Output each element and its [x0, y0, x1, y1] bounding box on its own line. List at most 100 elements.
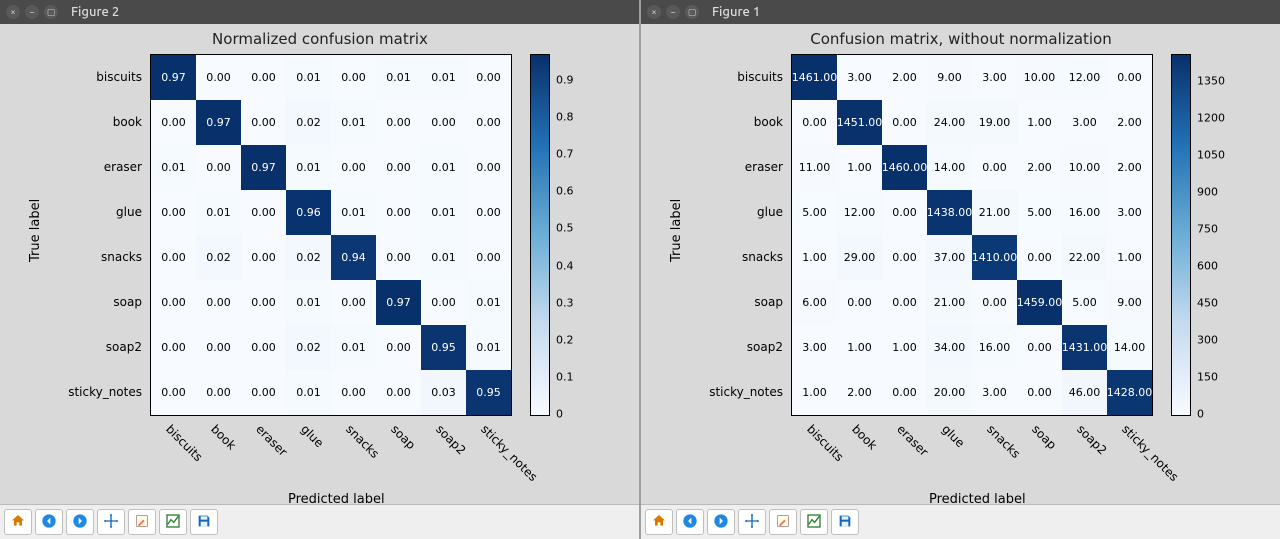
colorbar-tick: 300 [1197, 334, 1218, 347]
heatmap-cell: 1461.00 [792, 55, 837, 100]
heatmap-cell: 0.00 [241, 280, 286, 325]
heatmap-cell: 0.00 [196, 145, 241, 190]
heatmap-cell: 0.00 [196, 325, 241, 370]
chart-title: Normalized confusion matrix [0, 30, 640, 48]
home-icon [651, 513, 667, 532]
colorbar-tick: 0.2 [556, 333, 574, 346]
plot-canvas: Confusion matrix, without normalization … [641, 24, 1280, 504]
edit-icon [134, 513, 150, 532]
heatmap-axes: 0.970.000.000.010.000.010.010.000.000.97… [150, 54, 512, 416]
maximize-icon[interactable]: ▢ [44, 5, 58, 19]
toolbar-back-button[interactable] [676, 509, 704, 535]
heatmap-cell: 19.00 [972, 100, 1017, 145]
heatmap-cell: 0.00 [376, 145, 421, 190]
minimize-icon[interactable]: − [666, 5, 680, 19]
heatmap-cell: 0.00 [792, 100, 837, 145]
y-axis-label: True label [28, 199, 43, 262]
heatmap-cell: 1459.00 [1017, 280, 1062, 325]
heatmap-cell: 1.00 [1017, 100, 1062, 145]
colorbar-tick: 0 [556, 408, 563, 421]
y-tick-label: glue [641, 189, 783, 234]
figure-window-2: × − ▢ Figure 2 Normalized confusion matr… [0, 0, 641, 539]
heatmap-cell: 0.00 [882, 235, 927, 280]
figure-window-1: × − ▢ Figure 1 Confusion matrix, without… [641, 0, 1280, 539]
toolbar-pan-button[interactable] [738, 509, 766, 535]
heatmap-cell: 1.00 [882, 325, 927, 370]
colorbar-tick: 1350 [1197, 75, 1225, 88]
colorbar [1171, 54, 1191, 416]
heatmap-cell: 0.01 [151, 145, 196, 190]
heatmap-cell: 0.00 [466, 145, 511, 190]
x-tick-label: sticky_notes [1119, 422, 1181, 484]
toolbar-subplots-button[interactable] [800, 509, 828, 535]
colorbar-tick: 1050 [1197, 149, 1225, 162]
forward-icon [713, 513, 729, 532]
x-tick-label: soap [1029, 422, 1059, 452]
heatmap-cell: 0.01 [331, 100, 376, 145]
colorbar-tick: 450 [1197, 297, 1218, 310]
toolbar-edit-button[interactable] [769, 509, 797, 535]
colorbar-tick: 150 [1197, 371, 1218, 384]
titlebar[interactable]: × − ▢ Figure 2 [0, 0, 639, 24]
heatmap-cell: 1.00 [837, 325, 882, 370]
toolbar-forward-button[interactable] [707, 509, 735, 535]
heatmap-cell: 0.00 [331, 280, 376, 325]
toolbar-pan-button[interactable] [97, 509, 125, 535]
y-tick-label: book [0, 99, 142, 144]
y-tick-label: soap [641, 279, 783, 324]
y-tick-label: biscuits [0, 54, 142, 99]
heatmap-cell: 0.01 [286, 280, 331, 325]
y-tick-label: book [641, 99, 783, 144]
heatmap-cell: 0.01 [286, 55, 331, 100]
heatmap-cell: 0.00 [151, 325, 196, 370]
x-tick-label: book [849, 422, 880, 453]
heatmap-cell: 0.00 [466, 235, 511, 280]
heatmap-cell: 0.01 [331, 190, 376, 235]
y-tick-label: glue [0, 189, 142, 234]
toolbar-subplots-button[interactable] [159, 509, 187, 535]
heatmap-cell: 0.97 [241, 145, 286, 190]
minimize-icon[interactable]: − [25, 5, 39, 19]
heatmap-cell: 0.02 [286, 100, 331, 145]
forward-icon [72, 513, 88, 532]
toolbar-save-button[interactable] [190, 509, 218, 535]
heatmap-cell: 0.01 [466, 280, 511, 325]
mpl-toolbar [0, 504, 639, 539]
heatmap-cell: 0.00 [466, 100, 511, 145]
toolbar-save-button[interactable] [831, 509, 859, 535]
heatmap-cell: 0.95 [421, 325, 466, 370]
colorbar-tick: 750 [1197, 223, 1218, 236]
heatmap-cell: 12.00 [837, 190, 882, 235]
heatmap-cell: 0.00 [837, 280, 882, 325]
toolbar-home-button[interactable] [645, 509, 673, 535]
heatmap-cell: 5.00 [1062, 280, 1107, 325]
colorbar [530, 54, 550, 416]
heatmap-cell: 0.01 [376, 55, 421, 100]
maximize-icon[interactable]: ▢ [685, 5, 699, 19]
close-icon[interactable]: × [6, 5, 20, 19]
colorbar-tick: 0.4 [556, 259, 574, 272]
heatmap-cell: 0.00 [196, 55, 241, 100]
heatmap-cell: 1460.00 [882, 145, 927, 190]
heatmap-cell: 0.00 [1017, 325, 1062, 370]
toolbar-home-button[interactable] [4, 509, 32, 535]
heatmap-cell: 6.00 [792, 280, 837, 325]
x-axis-label: Predicted label [288, 492, 385, 507]
toolbar-back-button[interactable] [35, 509, 63, 535]
heatmap-cell: 3.00 [972, 55, 1017, 100]
toolbar-edit-button[interactable] [128, 509, 156, 535]
heatmap-cell: 5.00 [1017, 190, 1062, 235]
x-axis-label: Predicted label [929, 492, 1026, 507]
titlebar[interactable]: × − ▢ Figure 1 [641, 0, 1280, 24]
heatmap-cell: 0.03 [421, 370, 466, 415]
toolbar-forward-button[interactable] [66, 509, 94, 535]
heatmap-cell: 1.00 [792, 370, 837, 415]
save-icon [837, 513, 853, 532]
heatmap-cell: 14.00 [927, 145, 972, 190]
back-icon [41, 513, 57, 532]
heatmap-cell: 0.01 [331, 325, 376, 370]
x-tick-label: eraser [253, 422, 290, 459]
heatmap-cell: 0.00 [151, 100, 196, 145]
edit-icon [775, 513, 791, 532]
close-icon[interactable]: × [647, 5, 661, 19]
